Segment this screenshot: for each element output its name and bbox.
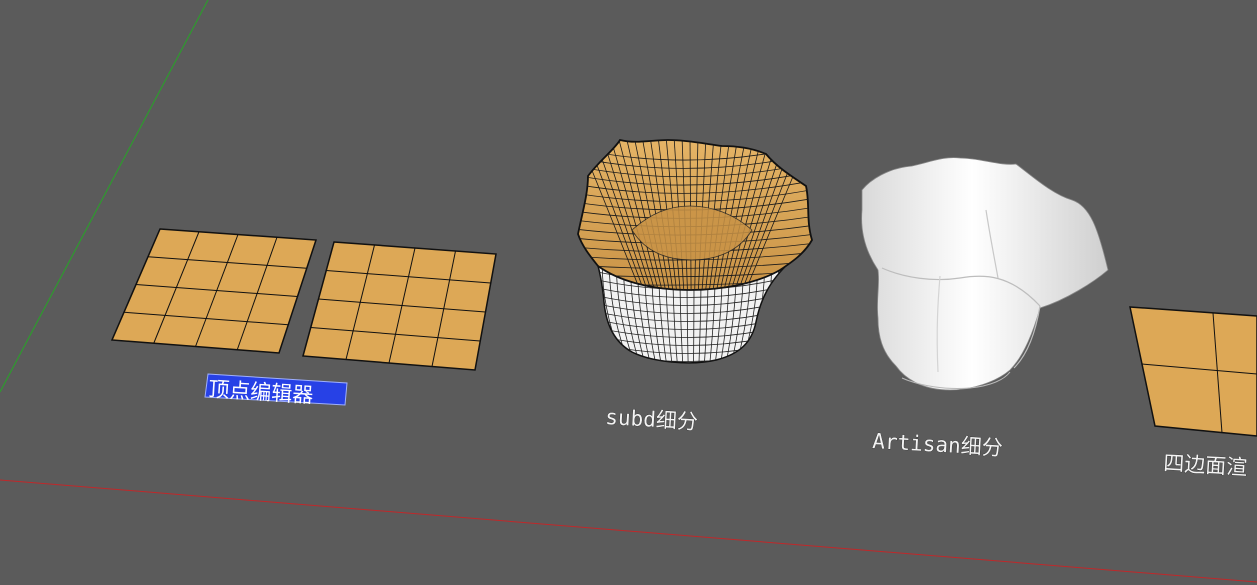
- grid-panel-2[interactable]: [302, 241, 497, 371]
- red-axis: [0, 479, 1257, 583]
- vertex-editor-label[interactable]: 顶点编辑器: [204, 373, 348, 408]
- artisan-label: Artisan细分: [872, 429, 1004, 460]
- sketchup-viewport[interactable]: 顶点编辑器 subd细分 Artisan细分 四边面渲: [0, 0, 1257, 585]
- quad-face-label: 四边面渲: [1163, 451, 1248, 480]
- grid-panel-1[interactable]: [110, 228, 318, 354]
- subd-vase[interactable]: [574, 136, 816, 370]
- grid-panel-3[interactable]: [1129, 306, 1257, 437]
- artisan-vase[interactable]: [861, 157, 1109, 391]
- subd-label: subd细分: [605, 405, 699, 434]
- model-scene[interactable]: 顶点编辑器 subd细分 Artisan细分 四边面渲: [0, 0, 1257, 585]
